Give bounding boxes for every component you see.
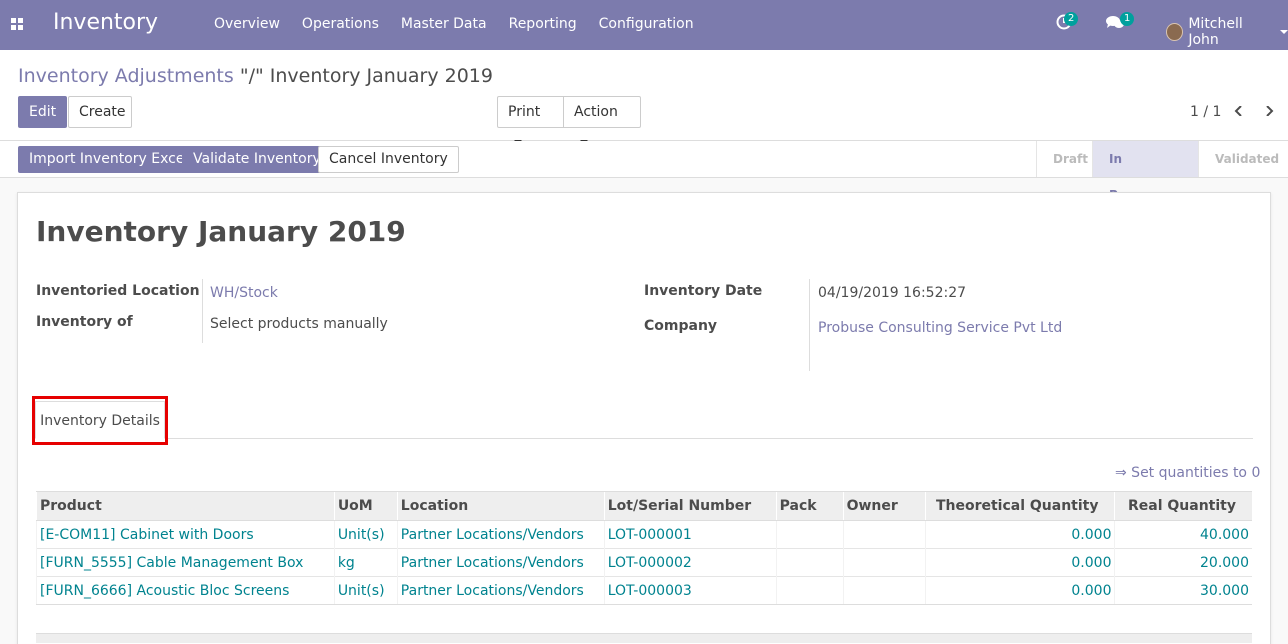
page-title: Inventory January 2019 [36,215,406,248]
table-row[interactable]: [E-COM11] Cabinet with Doors Unit(s) Par… [36,520,1252,549]
column-header-product[interactable]: Product [36,491,335,521]
column-header-theoretical-quantity[interactable]: Theoretical Quantity [924,491,1115,521]
column-header-uom[interactable]: UoM [333,491,398,521]
cell-owner[interactable] [842,520,926,549]
menu-operations[interactable]: Operations [302,16,379,32]
cell-theoretical-quantity[interactable]: 0.000 [924,548,1115,577]
action-label: Action [574,104,618,120]
breadcrumb-parent[interactable]: Inventory Adjustments [18,65,234,87]
inventoried-location-value[interactable]: WH/Stock [210,285,278,301]
user-name: Mitchell John [1188,16,1243,48]
stage-validated[interactable]: Validated [1198,141,1288,177]
cell-real-quantity[interactable]: 40.000 [1114,520,1252,549]
column-header-real-quantity[interactable]: Real Quantity [1114,491,1252,521]
menu-reporting[interactable]: Reporting [509,16,577,32]
cell-lot[interactable]: LOT-000001 [603,520,777,549]
messages-button[interactable]: 1 [1106,12,1135,34]
menu-master-data[interactable]: Master Data [401,16,487,32]
chevron-down-icon [1280,30,1288,34]
cell-uom[interactable]: Unit(s) [333,520,398,549]
activity-count-badge: 2 [1064,12,1079,26]
message-count-badge: 1 [1120,12,1135,26]
inventory-of-label: Inventory of [36,314,133,330]
table-header-row: Product UoM Location Lot/Serial Number P… [36,491,1252,521]
table-row[interactable]: [FURN_5555] Cable Management Box kg Part… [36,548,1252,577]
status-bar: Import Inventory Excel Validate Inventor… [0,141,1288,202]
cell-location[interactable]: Partner Locations/Vendors [396,576,605,605]
action-dropdown[interactable]: Action [563,96,641,144]
cell-location[interactable]: Partner Locations/Vendors [396,548,605,577]
cell-real-quantity[interactable]: 30.000 [1114,576,1252,605]
inventory-lines-table: Product UoM Location Lot/Serial Number P… [36,491,1252,605]
stage-in-progress[interactable]: In Progress [1092,141,1198,202]
cell-theoretical-quantity[interactable]: 0.000 [924,520,1115,549]
validate-inventory-button[interactable]: Validate Inventory [182,146,332,173]
form-sheet: Inventory January 2019 Inventoried Locat… [17,192,1271,644]
inventory-date-value[interactable]: 04/19/2019 16:52:27 [818,285,966,301]
edit-button[interactable]: Edit [18,96,68,128]
cell-theoretical-quantity[interactable]: 0.000 [924,576,1115,605]
print-dropdown[interactable]: Print [497,96,564,144]
table-row[interactable]: [FURN_6666] Acoustic Bloc Screens Unit(s… [36,576,1252,605]
cell-owner[interactable] [842,576,926,605]
menu-overview[interactable]: Overview [214,16,280,32]
menu-configuration[interactable]: Configuration [599,16,694,32]
app-title: Inventory [53,10,159,35]
company-label: Company [644,318,718,334]
breadcrumb: Inventory Adjustments "/" Inventory Janu… [18,65,493,87]
inventory-date-label: Inventory Date [644,283,763,299]
cell-uom[interactable]: Unit(s) [333,576,398,605]
stage-pipeline: Draft In Progress Validated [1036,141,1288,202]
cell-lot[interactable]: LOT-000003 [603,576,777,605]
column-header-location[interactable]: Location [396,491,605,521]
cell-pack[interactable] [775,548,844,577]
print-label: Print [508,104,541,120]
field-separator [202,279,203,343]
column-header-pack[interactable]: Pack [775,491,844,521]
create-button[interactable]: Create [68,96,132,128]
inventory-of-value[interactable]: Select products manually [210,316,388,332]
import-inventory-excel-button[interactable]: Import Inventory Excel [18,146,200,173]
cell-real-quantity[interactable]: 20.000 [1114,548,1252,577]
column-header-lot[interactable]: Lot/Serial Number [603,491,777,521]
chevron-left-icon[interactable] [1234,106,1244,116]
control-panel: Inventory Adjustments "/" Inventory Janu… [0,50,1288,144]
company-value[interactable]: Probuse Consulting Service Pvt Ltd [818,320,1062,336]
inventoried-location-label: Inventoried Location [36,283,200,299]
tab-bar-line [35,438,1253,439]
chevron-right-icon[interactable] [1264,106,1274,116]
breadcrumb-current: Inventory January 2019 [269,65,493,87]
pager-value: 1 / 1 [1190,104,1222,120]
annotation-highlight-box [32,396,168,445]
cell-product[interactable]: [FURN_5555] Cable Management Box [36,548,335,577]
stage-draft[interactable]: Draft [1036,141,1092,177]
column-header-owner[interactable]: Owner [842,491,926,521]
cell-pack[interactable] [775,520,844,549]
cell-location[interactable]: Partner Locations/Vendors [396,520,605,549]
apps-grid-icon[interactable] [11,18,24,31]
field-separator [809,279,810,371]
set-quantities-to-zero-link[interactable]: ⇒ Set quantities to 0 [1115,465,1260,481]
activity-button[interactable]: 2 [1056,12,1079,34]
cell-product[interactable]: [FURN_6666] Acoustic Bloc Screens [36,576,335,605]
cell-uom[interactable]: kg [333,548,398,577]
table-footer [36,633,1252,643]
breadcrumb-separator: "/" [239,65,264,87]
main-menu: Overview Operations Master Data Reportin… [214,16,716,32]
cell-product[interactable]: [E-COM11] Cabinet with Doors [36,520,335,549]
cancel-inventory-button[interactable]: Cancel Inventory [318,146,459,173]
cell-lot[interactable]: LOT-000002 [603,548,777,577]
cell-pack[interactable] [775,576,844,605]
cell-owner[interactable] [842,548,926,577]
user-menu[interactable]: Mitchell John [1166,16,1288,48]
avatar [1166,23,1184,41]
top-navbar: Inventory Overview Operations Master Dat… [0,0,1288,50]
